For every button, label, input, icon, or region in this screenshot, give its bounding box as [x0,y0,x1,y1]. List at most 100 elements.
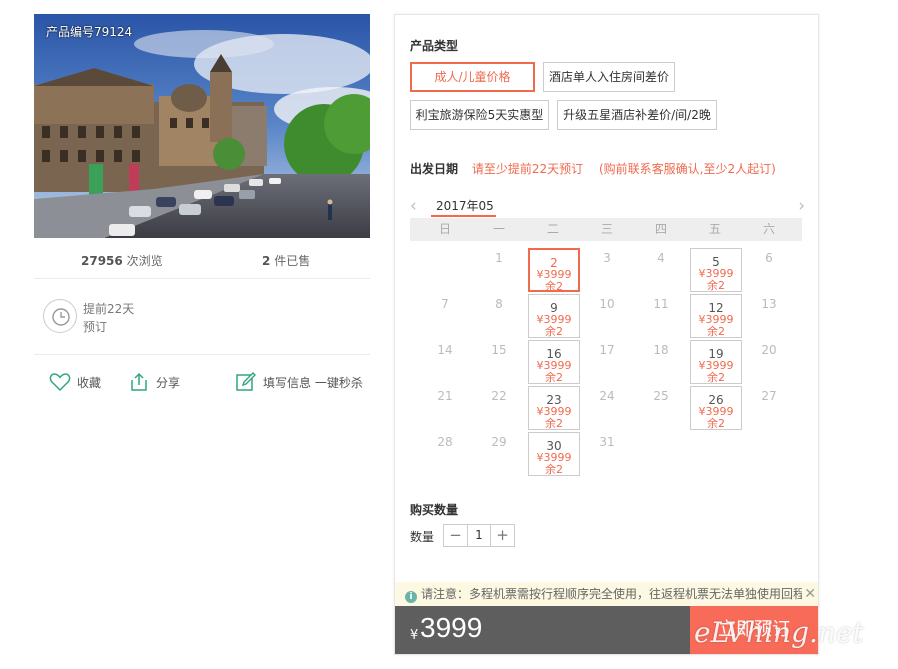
calendar-day-price: ¥3999 [698,359,734,372]
weekday-wed: 三 [600,222,613,236]
quantity-value[interactable]: 1 [467,525,491,546]
advance-text: 提前22天 预订 [83,300,134,336]
advance-booking: 提前22天 预订 [34,279,370,355]
weekday-tue: 二 [546,222,559,236]
calendar-day-28: 28 [418,429,472,475]
calendar-day-box: 26 ¥3999 余2 [690,386,742,430]
calendar-day-24: 24 [580,383,634,429]
favorite-button[interactable]: 收藏 [49,372,101,392]
advance-label: 预订 [83,320,108,334]
quantity-minus-button[interactable]: − [444,525,467,546]
edit-icon [236,372,256,391]
share-icon [131,372,147,391]
calendar-day-number: 4 [657,251,665,265]
calendar-day-7: 7 [418,291,472,337]
calendar-day-number: 17 [599,343,615,357]
calendar-day-box: 23 ¥3999 余2 [528,386,580,430]
calendar-day-price: ¥3999 [698,405,734,418]
calendar-day-number: 31 [599,435,615,449]
currency-symbol: ¥ [410,628,419,643]
notice-text: 请注意：多程机票需按行程顺序完全使用，往返程机票无法单独使用回程 [421,587,806,601]
calendar-day-price: ¥3999 [698,267,734,280]
product-photo: 产品编号79124 [34,14,370,238]
weekday-mon: 一 [492,222,505,236]
calendar-day-11: 11 [634,291,688,337]
calendar-day-13: 13 [742,291,796,337]
close-icon[interactable]: ✕ [802,582,816,606]
next-month-icon[interactable]: › [798,196,805,216]
calendar-day-number: 24 [599,389,615,403]
product-type-title: 产品类型 [410,39,459,53]
calendar-day-price: ¥3999 [536,313,572,326]
calendar-day-price: ¥3999 [536,405,572,418]
calendar-day-3: 3 [580,245,634,291]
month-underline [431,215,496,217]
calendar-day-26[interactable]: 26 ¥3999 余2 [688,383,742,430]
actions-row: 收藏 分享 填写信息 一键秒杀 [34,355,370,409]
option-travel-insurance[interactable]: 利宝旅游保险5天实惠型 [410,100,549,130]
calendar-day-17: 17 [580,337,634,383]
calendar-day-29: 29 [472,429,526,475]
share-label: 分享 [156,375,181,390]
calendar-day-19[interactable]: 19 ¥3999 余2 [688,337,742,384]
calendar-day-remaining: 余2 [707,324,725,338]
stats-row: 27956 次浏览 2 件已售 [34,243,370,279]
calendar-day-number: 11 [653,297,669,311]
advance-days: 提前22天 [83,302,135,316]
calendar-day-box: 30 ¥3999 余2 [528,432,580,476]
calendar-day-number: 27 [761,389,777,403]
calendar-day-remaining: 余2 [545,462,563,476]
calendar-day-12[interactable]: 12 ¥3999 余2 [688,291,742,338]
quantity-stepper: − 1 + [443,524,515,547]
fill-info-button[interactable]: 填写信息 一键秒杀 [235,372,363,392]
calendar-day-remaining: 余2 [545,324,563,338]
calendar-day-2[interactable]: 2 ¥3999 余2 [526,245,580,292]
quantity-label: 数量 [410,530,435,544]
calendar-day-box: 19 ¥3999 余2 [690,340,742,384]
prev-month-icon[interactable]: ‹ [410,196,417,216]
calendar-day-box: 12 ¥3999 余2 [690,294,742,338]
calendar-grid: 1 2 ¥3999 余2 3 4 5 ¥3999 余2 6 7 8 9 ¥3999 余2 10 11 12 ¥399… [410,245,802,477]
contact-warning: (购前联系客服确认,至少2人起订) [598,162,776,176]
calendar-day-14: 14 [418,337,472,383]
weekday-thu: 四 [654,222,667,236]
calendar-day-box: 16 ¥3999 余2 [528,340,580,384]
watermark-logo: eLVhing.net [694,616,864,649]
sold-stat: 2 件已售 [262,252,310,269]
calendar-day-number: 29 [491,435,507,449]
advance-warning: 请至少提前22天预订 [471,162,584,176]
product-photo-image [34,14,370,238]
calendar-day-box: 5 ¥3999 余2 [690,248,742,292]
calendar-day-30[interactable]: 30 ¥3999 余2 [526,429,580,476]
calendar-day-remaining: 余2 [707,278,725,292]
calendar-day-9[interactable]: 9 ¥3999 余2 [526,291,580,338]
calendar-day-8: 8 [472,291,526,337]
sold-count: 2 [262,254,271,268]
calendar-day-15: 15 [472,337,526,383]
month-navigation: ‹ 2017年05 › [410,195,805,219]
calendar-day-number: 18 [653,343,669,357]
month-label[interactable]: 2017年05 [436,197,494,214]
calendar-day-box: 9 ¥3999 余2 [528,294,580,338]
calendar-day-22: 22 [472,383,526,429]
option-single-room-supplement[interactable]: 酒店单人入住房间差价 [543,62,675,92]
option-five-star-upgrade[interactable]: 升级五星酒店补差价/间/2晚 [557,100,717,130]
calendar-day-1: 1 [472,245,526,291]
calendar-day-remaining: 余2 [707,370,725,384]
product-code: 产品编号79124 [46,25,133,39]
calendar-day-16[interactable]: 16 ¥3999 余2 [526,337,580,384]
calendar-day-23[interactable]: 23 ¥3999 余2 [526,383,580,430]
calendar-day-number: 6 [765,251,773,265]
total-price: 3999 [420,612,483,643]
calendar-day-25: 25 [634,383,688,429]
option-adult-child-price[interactable]: 成人/儿童价格 [410,62,535,92]
calendar-day-number: 13 [761,297,777,311]
calendar-day-27: 27 [742,383,796,429]
calendar-day-21: 21 [418,383,472,429]
calendar-day-number: 10 [599,297,615,311]
quantity-plus-button[interactable]: + [491,525,514,546]
calendar-day-number: 14 [437,343,453,357]
calendar-day-5[interactable]: 5 ¥3999 余2 [688,245,742,292]
share-button[interactable]: 分享 [128,372,180,392]
booking-panel: 产品类型 成人/儿童价格 酒店单人入住房间差价 利宝旅游保险5天实惠型 升级五星… [394,14,819,655]
